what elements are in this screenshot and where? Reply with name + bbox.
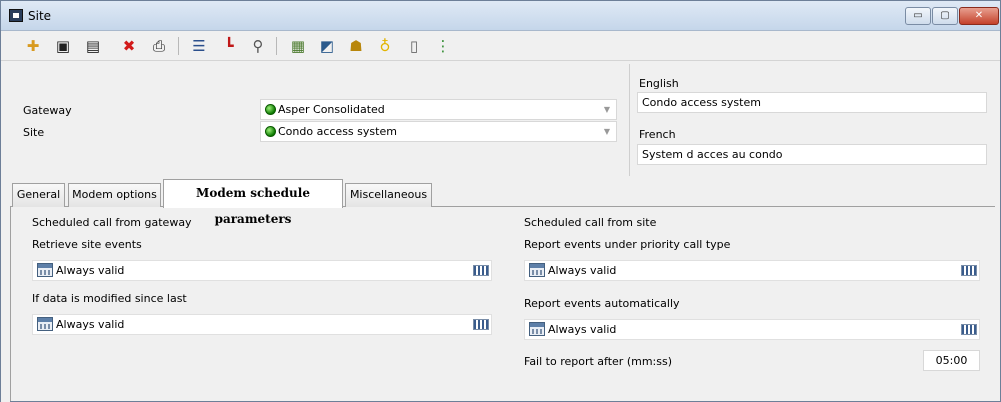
english-name-field[interactable]: Condo access system (637, 92, 987, 113)
calendar-icon (529, 263, 545, 277)
search-icon[interactable]: ⚲ (248, 36, 268, 56)
calendar-icon (529, 322, 545, 336)
edit-icon[interactable]: ◩ (317, 36, 337, 56)
gateway-site-panel: Gateway Asper Consolidated ▼ Site Condo … (10, 64, 630, 176)
title-bar: Site ▭ ▢ ✕ (1, 1, 1000, 31)
english-label: English (639, 77, 679, 90)
users-icon[interactable]: ☗ (346, 36, 366, 56)
map-icon[interactable]: ▦ (288, 36, 308, 56)
tab-modem-options[interactable]: Modem options (68, 183, 161, 207)
schedule-picker-icon[interactable] (473, 319, 489, 330)
schedule-picker-icon[interactable] (473, 265, 489, 276)
tab-miscellaneous[interactable]: Miscellaneous (345, 183, 432, 207)
window-title: Site (28, 9, 52, 23)
maximize-button[interactable]: ▢ (932, 7, 958, 25)
report-auto-value: Always valid (548, 323, 617, 336)
language-panel: English Condo access system French Syste… (631, 64, 991, 176)
toolbar: ✚ ▣ ▤ ✖ ⎙ ☰ ┗ ⚲ ▦ ◩ ☗ ♁ ▯ ⋮ (1, 31, 1000, 61)
tab-strip: General Modem options Modem schedule par… (10, 179, 995, 226)
site-select[interactable]: Condo access system ▼ (260, 121, 617, 142)
hierarchy-icon[interactable]: ┗ (219, 36, 239, 56)
gateway-select[interactable]: Asper Consolidated ▼ (260, 99, 617, 120)
site-label: Site (23, 126, 45, 139)
delete-icon[interactable]: ✖ (119, 36, 139, 56)
calendar-icon (37, 317, 53, 331)
report-auto-label: Report events automatically (524, 297, 680, 310)
data-modified-value: Always valid (56, 318, 125, 331)
chevron-down-icon: ▼ (603, 127, 610, 136)
schedule-picker-icon[interactable] (961, 324, 977, 335)
retrieve-events-label: Retrieve site events (32, 238, 142, 251)
gateway-label: Gateway (23, 104, 72, 117)
report-auto-schedule[interactable]: Always valid (524, 319, 980, 340)
list-icon[interactable]: ☰ (189, 36, 209, 56)
calendar-icon (37, 263, 53, 277)
chevron-down-icon: ▼ (603, 105, 610, 114)
tab-modem-schedule-parameters[interactable]: Modem schedule parameters (163, 179, 343, 226)
french-name-field[interactable]: System d acces au condo (637, 144, 987, 165)
retrieve-events-schedule[interactable]: Always valid (32, 260, 492, 281)
save-as-icon[interactable]: ▤ (83, 36, 103, 56)
save-icon[interactable]: ▣ (53, 36, 73, 56)
priority-call-value: Always valid (548, 264, 617, 277)
fail-report-label: Fail to report after (mm:ss) (524, 355, 673, 368)
data-modified-label: If data is modified since last (32, 292, 187, 305)
gateway-value: Asper Consolidated (278, 103, 385, 116)
minimize-button[interactable]: ▭ (905, 7, 931, 25)
fail-report-time-field[interactable]: 05:00 (923, 350, 980, 371)
status-ok-icon (265, 104, 276, 115)
retrieve-events-value: Always valid (56, 264, 125, 277)
french-label: French (639, 128, 676, 141)
door-icon[interactable]: ▯ (404, 36, 424, 56)
schedule-content: Scheduled call from gateway Retrieve sit… (10, 207, 995, 401)
priority-call-label: Report events under priority call type (524, 238, 731, 251)
data-modified-schedule[interactable]: Always valid (32, 314, 492, 335)
close-button[interactable]: ✕ (959, 7, 999, 25)
gateway-section-title: Scheduled call from gateway (32, 216, 192, 229)
site-section-title: Scheduled call from site (524, 216, 657, 229)
new-icon[interactable]: ✚ (23, 36, 43, 56)
status-icon[interactable]: ⋮ (433, 36, 453, 56)
print-icon[interactable]: ⎙ (149, 36, 169, 56)
status-ok-icon (265, 126, 276, 137)
schedule-picker-icon[interactable] (961, 265, 977, 276)
priority-call-schedule[interactable]: Always valid (524, 260, 980, 281)
site-window: Site ▭ ▢ ✕ ✚ ▣ ▤ ✖ ⎙ ☰ ┗ ⚲ ▦ ◩ ☗ ♁ ▯ ⋮ G… (0, 0, 1001, 402)
window-app-icon (9, 9, 23, 22)
tab-general[interactable]: General (12, 183, 65, 207)
bulb-icon[interactable]: ♁ (375, 36, 395, 56)
site-value: Condo access system (278, 125, 397, 138)
